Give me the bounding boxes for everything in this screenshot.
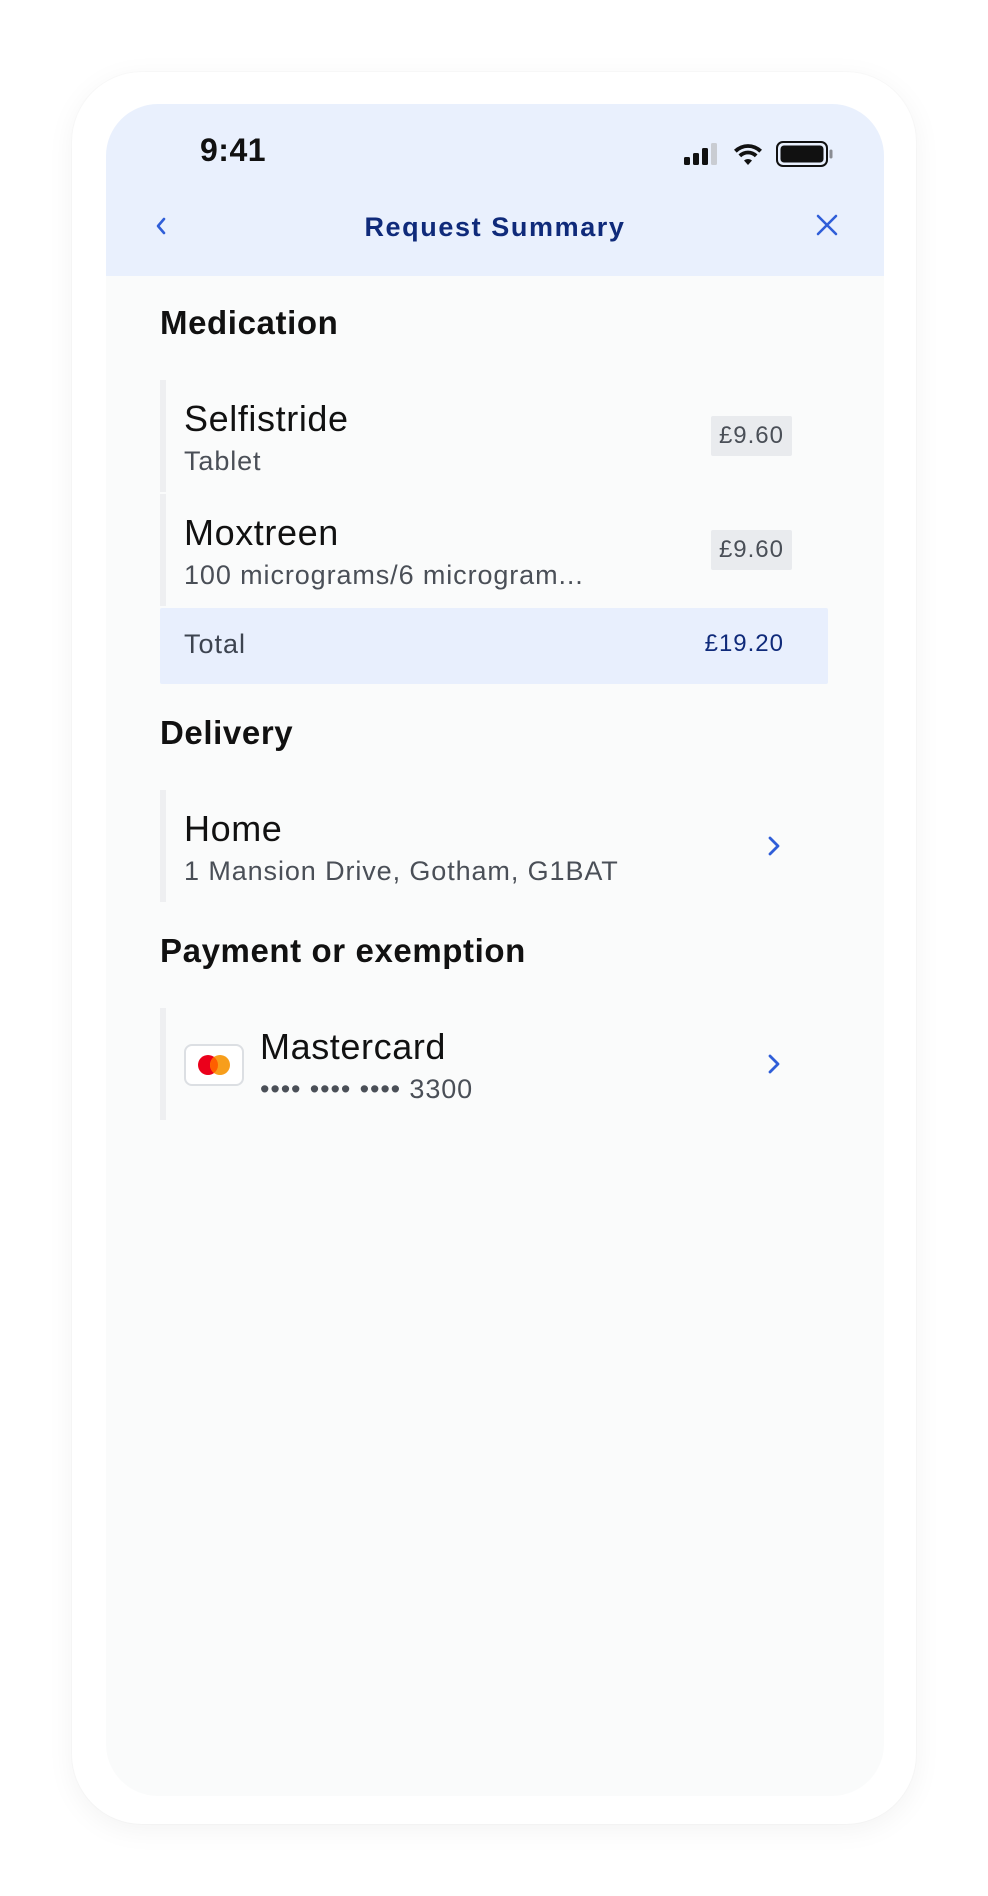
medication-form: Tablet [184,446,262,476]
delivery-address-card[interactable]: Home 1 Mansion Drive, Gotham, G1BAT [160,790,828,902]
payment-section-title: Payment or exemption [160,932,526,969]
mastercard-icon [184,1044,244,1086]
medication-item[interactable]: Selfistride Tablet £9.60 [160,380,828,492]
price-badge: £9.60 [710,416,792,456]
medication-form: 100 micrograms/6 microgram... [184,560,584,590]
delivery-section-title: Delivery [160,714,294,751]
wifi-icon [734,144,762,165]
medication-name: Moxtreen [184,512,339,553]
total-label: Total [184,629,247,659]
price-badge: £9.60 [710,530,792,570]
app-header: 9:41 Request Summary [106,104,884,276]
medication-item[interactable]: Moxtreen 100 micrograms/6 microgram... £… [160,494,828,606]
battery-icon [776,141,833,167]
page-title: Request Summary [364,212,626,242]
status-icons [684,141,833,167]
status-time: 9:41 [200,132,267,168]
chevron-right-icon[interactable] [764,1050,784,1078]
medication-section-title: Medication [160,304,339,341]
delivery-name: Home [184,808,283,849]
medication-name: Selfistride [184,398,349,439]
card-name: Mastercard [260,1026,447,1067]
delivery-address: 1 Mansion Drive, Gotham, G1BAT [184,856,619,886]
app-screen: 9:41 Request Summary Medication Selfistr… [106,104,884,1796]
payment-method-card[interactable]: Mastercard •••• •••• •••• 3300 [160,1008,828,1120]
chevron-right-icon[interactable] [764,832,784,860]
total-row: Total £19.20 [160,608,828,684]
signal-icon [684,143,717,165]
total-value: £19.20 [704,630,784,657]
close-icon[interactable] [810,208,844,242]
card-number: •••• •••• •••• 3300 [260,1074,474,1104]
